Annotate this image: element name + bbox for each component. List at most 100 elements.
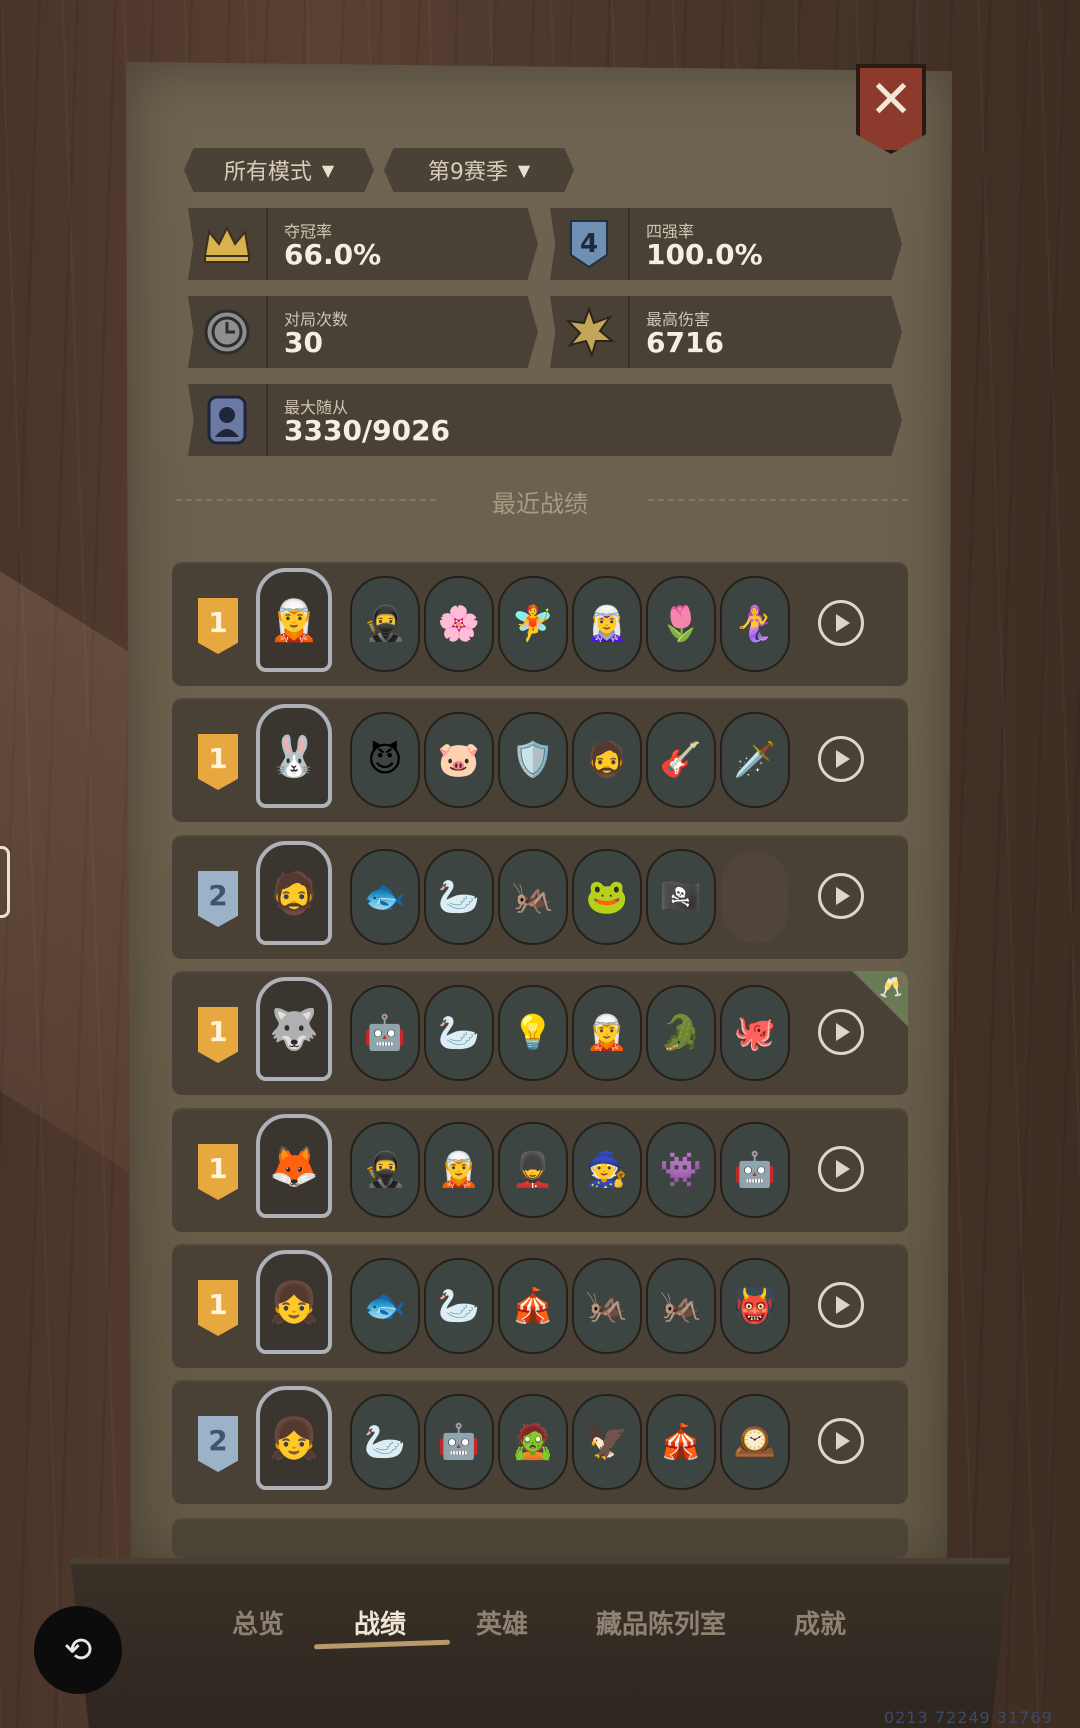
minion-card[interactable]: 🐙 — [720, 985, 790, 1081]
mode-dropdown[interactable]: 所有模式 ▼ — [184, 148, 374, 192]
stat-value: 66.0% — [284, 238, 382, 271]
replay-button[interactable] — [818, 873, 864, 919]
chevron-down-icon: ▼ — [321, 160, 335, 180]
hero-portrait[interactable]: 🐰 — [256, 704, 332, 808]
hero-portrait[interactable]: 👧 — [256, 1250, 332, 1354]
rotate-screen-button[interactable]: ⟲ — [34, 1606, 122, 1694]
hero-portrait[interactable]: 🧔 — [256, 841, 332, 945]
stat-max-damage: 最高伤害 6716 — [550, 296, 902, 368]
minion-card[interactable]: 🧔 — [572, 712, 642, 808]
minion-card[interactable]: 🦅 — [572, 1394, 642, 1490]
hero-avatar-icon: 🧔 — [269, 870, 319, 917]
minion-card[interactable]: 🐸 — [572, 849, 642, 945]
hero-portrait[interactable]: 🧝 — [256, 568, 332, 672]
placement-badge: 2 — [198, 871, 238, 927]
play-icon — [836, 1160, 850, 1178]
minion-card[interactable]: 🐊 — [646, 985, 716, 1081]
minion-card[interactable]: 💡 — [498, 985, 568, 1081]
placement-badge: 1 — [198, 1007, 238, 1063]
minion-card[interactable]: 🌸 — [424, 576, 494, 672]
minion-card[interactable]: 🦢 — [424, 849, 494, 945]
minion-card[interactable]: 🧜‍♀️ — [720, 576, 790, 672]
minion-card[interactable]: 🦗 — [572, 1258, 642, 1354]
minion-card[interactable]: 🦢 — [424, 985, 494, 1081]
minion-card[interactable]: 🧟 — [498, 1394, 568, 1490]
match-row: 1 🐰 😈 🐷 🛡️ 🧔 🎸 🗡️ — [172, 698, 908, 822]
svg-text:4: 4 — [580, 229, 598, 259]
minion-card[interactable]: 🦗 — [498, 849, 568, 945]
replay-button[interactable] — [818, 1282, 864, 1328]
replay-button[interactable] — [818, 736, 864, 782]
hero-portrait[interactable]: 👧 — [256, 1386, 332, 1490]
empty-minion-slot — [720, 849, 790, 945]
hero-portrait[interactable]: 🐺 — [256, 977, 332, 1081]
hero-avatar-icon: 👧 — [269, 1279, 319, 1326]
tab-overview[interactable]: 总览 — [232, 1604, 284, 1641]
chevron-down-icon: ▼ — [517, 160, 531, 180]
minion-card[interactable]: 🤖 — [720, 1122, 790, 1218]
season-dropdown[interactable]: 第9赛季 ▼ — [384, 148, 574, 192]
minion-card[interactable]: 👹 — [720, 1258, 790, 1354]
tab-collection[interactable]: 藏品陈列室 — [596, 1604, 726, 1641]
minion-card[interactable]: 🛡️ — [498, 712, 568, 808]
damage-burst-icon — [560, 302, 618, 362]
match-row: 1 👧 🐟 🦢 🎪 🦗 🦗 👹 — [172, 1244, 908, 1368]
play-icon — [836, 750, 850, 768]
season-dropdown-label: 第9赛季 — [427, 160, 508, 185]
mode-dropdown-label: 所有模式 — [223, 160, 312, 185]
play-icon — [836, 1023, 850, 1041]
minion-card[interactable]: 🧚 — [498, 576, 568, 672]
minion-card[interactable]: 🧝 — [424, 1122, 494, 1218]
tab-achievements[interactable]: 成就 — [794, 1604, 846, 1641]
stat-win-rate: 夺冠率 66.0% — [188, 208, 538, 280]
minion-card[interactable]: 🐟 — [350, 1258, 420, 1354]
replay-button[interactable] — [818, 1009, 864, 1055]
hero-portrait[interactable]: 🦊 — [256, 1114, 332, 1218]
minion-card[interactable]: 🦢 — [424, 1258, 494, 1354]
minion-card[interactable]: 🏴‍☠️ — [646, 849, 716, 945]
match-row-partial — [172, 1518, 908, 1558]
play-icon — [836, 614, 850, 632]
minion-card[interactable]: 🗡️ — [720, 712, 790, 808]
minion-card[interactable]: 🦢 — [350, 1394, 420, 1490]
rotate-icon: ⟲ — [63, 1630, 93, 1670]
minion-card[interactable]: 🥷 — [350, 576, 420, 672]
minion-card[interactable]: 🦗 — [646, 1258, 716, 1354]
stat-value: 6716 — [646, 326, 724, 359]
play-icon — [836, 1296, 850, 1314]
minion-card[interactable]: 🧝 — [572, 985, 642, 1081]
minion-card[interactable]: 💂 — [498, 1122, 568, 1218]
replay-button[interactable] — [818, 600, 864, 646]
tab-heroes[interactable]: 英雄 — [476, 1604, 528, 1641]
minion-card[interactable]: 🕰️ — [720, 1394, 790, 1490]
stat-value: 3330/9026 — [284, 414, 451, 447]
close-icon: ✕ — [869, 70, 913, 130]
replay-button[interactable] — [818, 1418, 864, 1464]
minion-card[interactable]: 🐷 — [424, 712, 494, 808]
placement-badge: 1 — [198, 1144, 238, 1200]
minion-card[interactable]: 🥷 — [350, 1122, 420, 1218]
minion-card[interactable]: 🧝‍♀️ — [572, 576, 642, 672]
play-icon — [836, 1432, 850, 1450]
minion-card[interactable]: 🤖 — [350, 985, 420, 1081]
match-row: 2 👧 🦢 🤖 🧟 🦅 🎪 🕰️ — [172, 1380, 908, 1504]
minion-card[interactable]: 🌷 — [646, 576, 716, 672]
match-row: 1 🐺 🤖 🦢 💡 🧝 🐊 🐙 🥂 — [172, 971, 908, 1095]
minion-card[interactable]: 🐟 — [350, 849, 420, 945]
match-row: 1 🧝 🥷 🌸 🧚 🧝‍♀️ 🌷 🧜‍♀️ — [172, 562, 908, 686]
portrait-icon — [198, 390, 256, 450]
replay-button[interactable] — [818, 1146, 864, 1192]
hero-avatar-icon: 🐰 — [269, 733, 319, 780]
side-hexagon-icon[interactable] — [0, 846, 10, 918]
minion-card[interactable]: 😈 — [350, 712, 420, 808]
minion-card[interactable]: 👾 — [646, 1122, 716, 1218]
stat-max-minions: 最大随从 3330/9026 — [188, 384, 902, 456]
minion-card[interactable]: 🎪 — [646, 1394, 716, 1490]
minion-card[interactable]: 🤖 — [424, 1394, 494, 1490]
tab-records[interactable]: 战绩 — [354, 1604, 406, 1641]
match-row: 2 🧔 🐟 🦢 🦗 🐸 🏴‍☠️ — [172, 835, 908, 959]
minion-card[interactable]: 🧙 — [572, 1122, 642, 1218]
minion-card[interactable]: 🎪 — [498, 1258, 568, 1354]
minion-card[interactable]: 🎸 — [646, 712, 716, 808]
placement-badge: 1 — [198, 734, 238, 790]
